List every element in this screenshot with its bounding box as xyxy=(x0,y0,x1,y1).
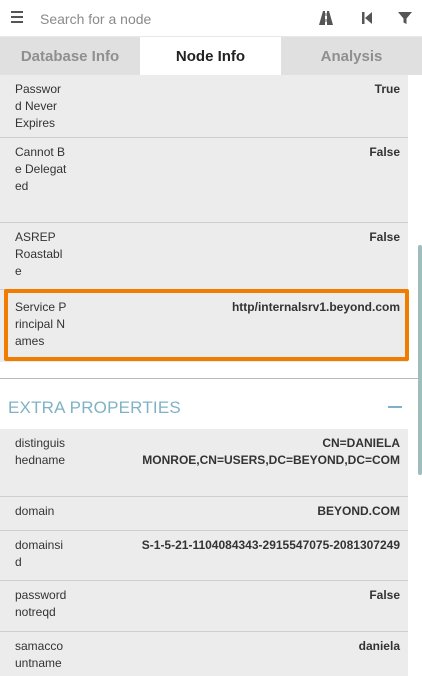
tab-database-info[interactable]: Database Info xyxy=(0,37,140,75)
property-key: Service Principal Names xyxy=(15,300,67,348)
property-value: False xyxy=(369,145,400,159)
property-key: samaccountname xyxy=(15,639,64,670)
property-value[interactable]: http/internalsrv1.beyond.com xyxy=(100,299,400,316)
tab-node-info[interactable]: Node Info xyxy=(140,37,281,75)
property-value: False xyxy=(369,588,400,602)
property-key: domain xyxy=(15,504,55,518)
filter-icon[interactable] xyxy=(397,10,413,26)
scrollbar-thumb[interactable] xyxy=(418,245,422,475)
property-value: CN=DANIELA MONROE,CN=USERS,DC=BEYOND,DC=… xyxy=(142,436,400,467)
hamburger-menu-icon[interactable] xyxy=(11,11,23,23)
property-value: BEYOND.COM xyxy=(317,504,400,518)
top-bar xyxy=(0,0,422,37)
property-value: daniela xyxy=(358,639,400,653)
property-row-cannot-be-delegated: Cannot Be Delegated False xyxy=(0,138,408,223)
extra-property-row-passwordnotreqd: passwordnotreqd False xyxy=(0,581,408,632)
tab-bar: Database Info Node Info Analysis xyxy=(0,37,422,75)
extra-property-row-distinguishedname: distinguishedname CN=DANIELA MONROE,CN=U… xyxy=(0,429,408,497)
property-row-password-never-expires: Password Never Expires True xyxy=(0,75,408,138)
node-info-panel[interactable]: Password Never Expires True Cannot Be De… xyxy=(0,75,422,676)
road-icon[interactable] xyxy=(318,10,334,26)
search-input[interactable] xyxy=(40,6,300,31)
property-value: True xyxy=(374,82,400,96)
property-key: passwordnotreqd xyxy=(15,588,67,619)
property-key: Password Never Expires xyxy=(15,82,62,130)
property-row-asrep-roastable: ASREP Roastable False xyxy=(0,223,408,290)
property-key: ASREP Roastable xyxy=(15,230,63,278)
property-key: domainsid xyxy=(15,538,64,569)
property-key: Cannot Be Delegated xyxy=(15,145,67,193)
extra-properties-title[interactable]: EXTRA PROPERTIES xyxy=(8,398,181,418)
section-divider xyxy=(0,378,422,379)
property-row-service-principal-names: Service Principal Names http/internalsrv… xyxy=(0,290,408,362)
extra-property-row-domain: domain BEYOND.COM xyxy=(0,497,408,531)
tab-analysis[interactable]: Analysis xyxy=(281,37,422,75)
extra-property-row-samaccountname: samaccountname daniela xyxy=(0,632,408,676)
step-backward-icon[interactable] xyxy=(359,10,375,26)
property-value: False xyxy=(369,230,400,244)
extra-property-row-domainsid: domainsid S-1-5-21-1104084343-2915547075… xyxy=(0,531,408,581)
property-key: distinguishedname xyxy=(15,436,66,467)
collapse-minus-icon[interactable] xyxy=(388,406,402,408)
property-value: S-1-5-21-1104084343-2915547075-208130724… xyxy=(141,538,400,552)
